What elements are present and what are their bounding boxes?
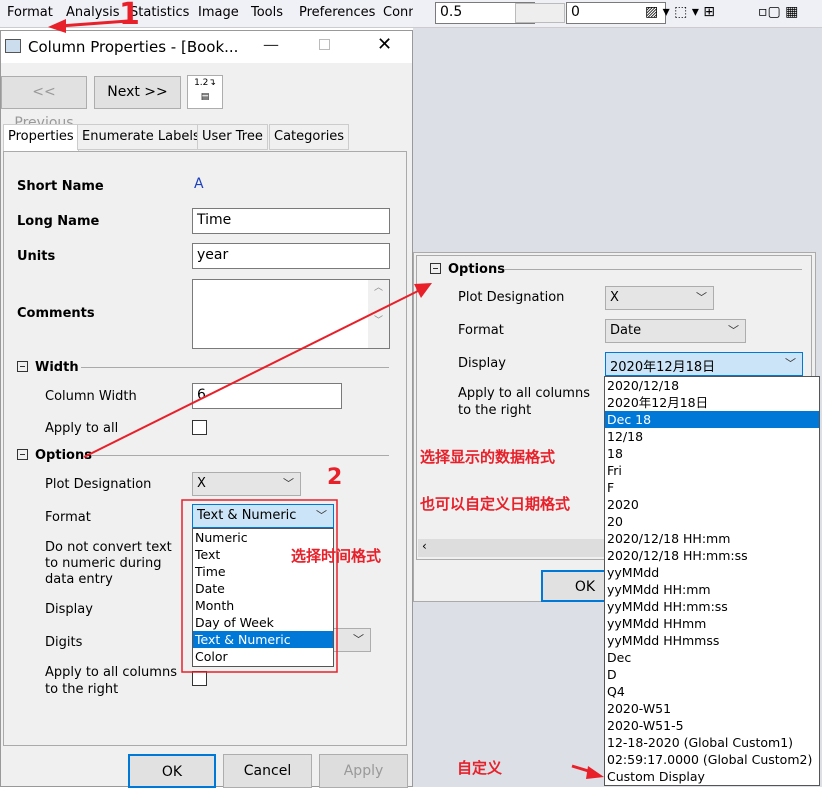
step-2-label: 2 [327, 465, 343, 490]
arrow-to-options [83, 289, 421, 458]
arrowhead [586, 766, 604, 779]
annotation-custom: 自定义 [457, 759, 503, 777]
arrowhead [48, 19, 66, 33]
highlight-box [181, 499, 338, 673]
arrowhead [414, 283, 432, 298]
step-1-label: 1 [119, 0, 140, 32]
annotation-arrows [48, 19, 604, 779]
annotation-choose-display: 选择显示的数据格式 [420, 448, 556, 466]
arrow-to-format-menu [59, 19, 129, 28]
annotation-custom-date: 也可以自定义日期格式 [420, 495, 571, 513]
annotation-choose-time: 选择时间格式 [291, 547, 382, 565]
